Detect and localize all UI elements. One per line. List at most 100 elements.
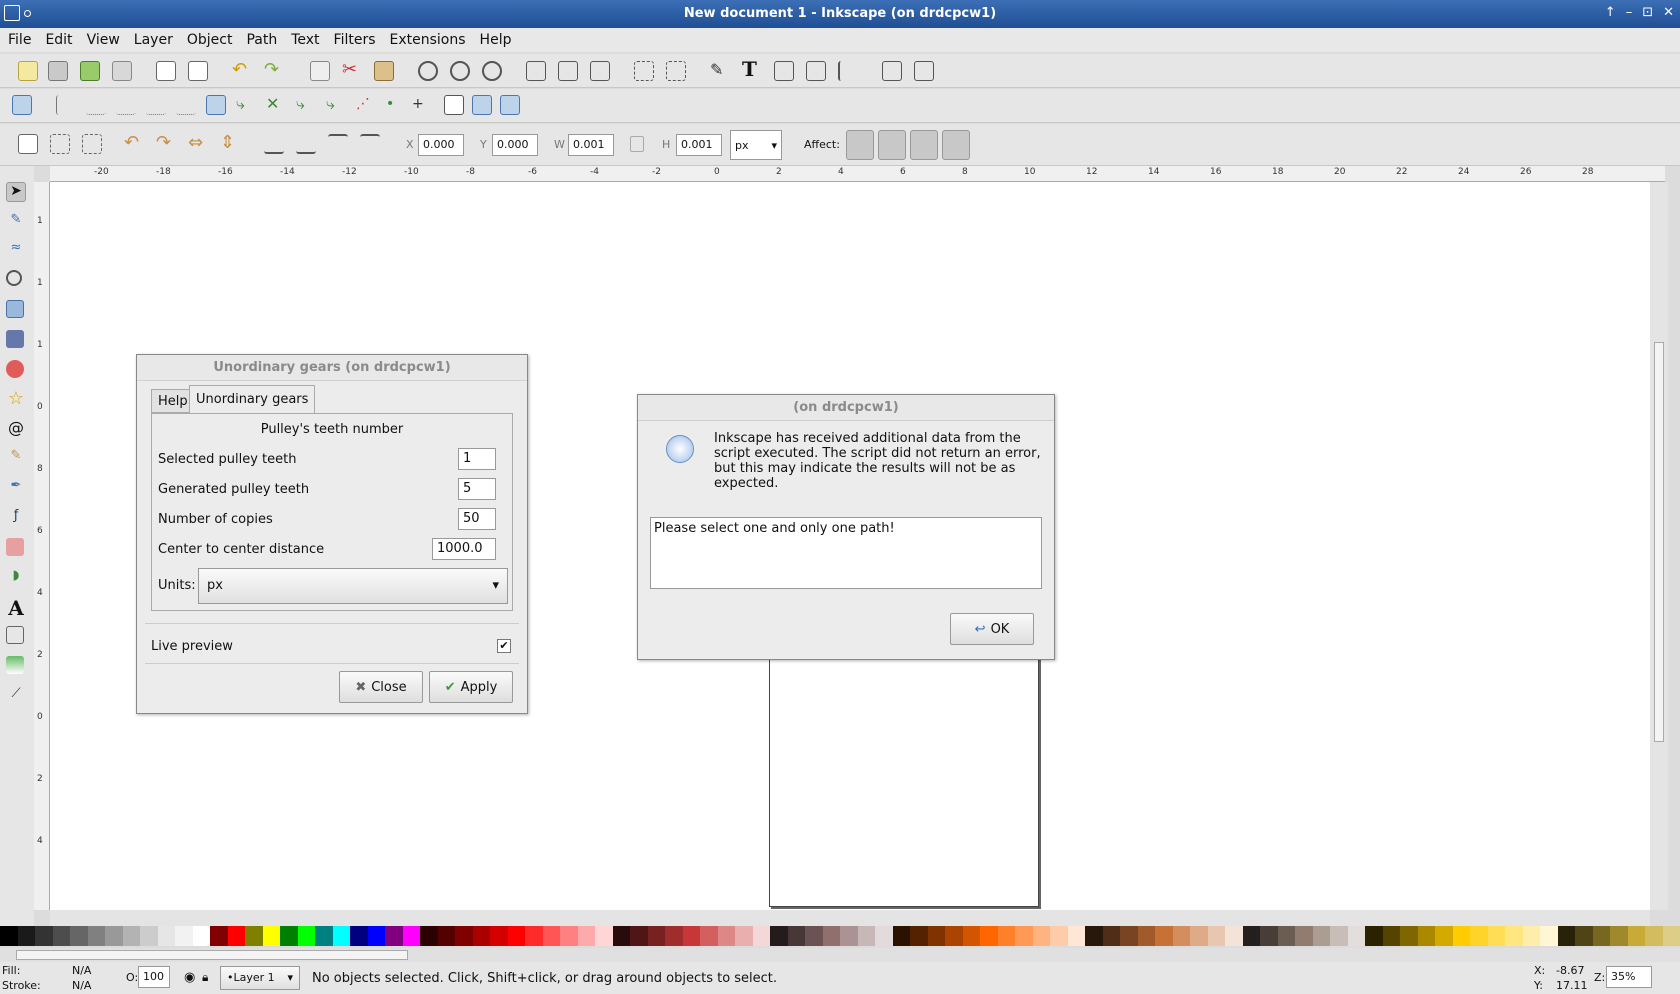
eraser-tool-icon[interactable] <box>6 538 24 556</box>
color-swatch[interactable] <box>1050 926 1068 946</box>
snap-grids-icon[interactable] <box>472 95 492 115</box>
selector-tool-icon[interactable]: ➤ <box>6 182 26 202</box>
color-swatch[interactable] <box>1470 926 1488 946</box>
menu-path[interactable]: Path <box>246 32 277 48</box>
gradient-tool-icon[interactable] <box>6 656 24 674</box>
duplicate-icon[interactable] <box>526 61 546 81</box>
layers-icon[interactable] <box>774 61 794 81</box>
color-swatch[interactable] <box>1347 926 1365 946</box>
color-swatch[interactable] <box>612 926 630 946</box>
calligraphy-tool-icon[interactable]: ƒ <box>6 508 26 528</box>
color-swatch[interactable] <box>682 926 700 946</box>
color-swatch[interactable] <box>367 926 385 946</box>
generated-teeth-input[interactable]: 5 <box>458 478 496 500</box>
color-swatch[interactable] <box>945 926 963 946</box>
flip-vertical-icon[interactable]: ⇕ <box>220 134 240 154</box>
color-swatch[interactable] <box>822 926 840 946</box>
color-swatch[interactable] <box>997 926 1015 946</box>
color-swatch[interactable] <box>1085 926 1103 946</box>
color-swatch[interactable] <box>1505 926 1523 946</box>
color-swatch[interactable] <box>927 926 945 946</box>
color-swatch[interactable] <box>0 926 18 946</box>
keep-above-button[interactable]: ↑ <box>1605 5 1616 20</box>
preferences-icon[interactable] <box>914 61 934 81</box>
open-icon[interactable] <box>48 61 68 81</box>
color-swatch[interactable] <box>840 926 858 946</box>
lower-icon[interactable] <box>296 134 316 154</box>
color-swatch[interactable] <box>1312 926 1330 946</box>
affect-gradients-icon[interactable] <box>910 130 938 160</box>
vertical-scrollbar[interactable] <box>1650 182 1668 910</box>
new-document-icon[interactable] <box>18 61 38 81</box>
menu-text[interactable]: Text <box>291 32 319 48</box>
color-swatch[interactable] <box>910 926 928 946</box>
color-swatch[interactable] <box>402 926 420 946</box>
color-swatch[interactable] <box>787 926 805 946</box>
color-swatch[interactable] <box>17 926 35 946</box>
color-swatch[interactable] <box>700 926 718 946</box>
color-swatch[interactable] <box>630 926 648 946</box>
zoom-tool-icon[interactable] <box>6 270 22 286</box>
color-swatch[interactable] <box>210 926 228 946</box>
layer-select[interactable]: •Layer 1 ▾ <box>220 966 300 990</box>
pencil-tool-icon[interactable]: ✎ <box>6 448 26 468</box>
print-icon[interactable] <box>112 61 132 81</box>
snap-smooth-icon[interactable]: ⤷ <box>326 95 346 115</box>
ok-button[interactable]: ↩ OK <box>950 613 1034 645</box>
fill-stroke-icon[interactable]: ✎ <box>710 61 730 81</box>
maximize-button[interactable]: ⊡ <box>1642 5 1653 20</box>
paste-icon[interactable] <box>374 61 394 81</box>
color-swatch[interactable] <box>280 926 298 946</box>
bucket-tool-icon[interactable]: ◗ <box>6 568 26 588</box>
color-swatch[interactable] <box>1155 926 1173 946</box>
color-swatch[interactable] <box>227 926 245 946</box>
snap-guides-icon[interactable] <box>500 95 520 115</box>
color-swatch[interactable] <box>1120 926 1138 946</box>
menu-view[interactable]: View <box>87 32 120 48</box>
affect-stroke-icon[interactable] <box>846 130 874 160</box>
clone-icon[interactable] <box>558 61 578 81</box>
flip-horizontal-icon[interactable]: ⇔ <box>188 134 208 154</box>
color-swatch[interactable] <box>770 926 788 946</box>
menu-edit[interactable]: Edit <box>45 32 72 48</box>
color-swatch[interactable] <box>332 926 350 946</box>
menu-object[interactable]: Object <box>187 32 233 48</box>
menu-file[interactable]: File <box>8 32 31 48</box>
script-output[interactable]: Please select one and only one path! <box>650 517 1042 589</box>
color-swatch[interactable] <box>1452 926 1470 946</box>
color-swatch[interactable] <box>962 926 980 946</box>
apply-button[interactable]: ✔ Apply <box>429 671 513 703</box>
affect-patterns-icon[interactable] <box>942 130 970 160</box>
menu-help[interactable]: Help <box>480 32 512 48</box>
color-swatch[interactable] <box>157 926 175 946</box>
color-swatch[interactable] <box>262 926 280 946</box>
unlink-clone-icon[interactable] <box>590 61 610 81</box>
color-swatch[interactable] <box>1137 926 1155 946</box>
group-icon[interactable] <box>634 61 654 81</box>
color-swatch[interactable] <box>525 926 543 946</box>
tweak-tool-icon[interactable]: ≈ <box>6 240 26 260</box>
color-swatch[interactable] <box>1400 926 1418 946</box>
color-swatch[interactable] <box>595 926 613 946</box>
cut-icon[interactable]: ✂ <box>342 61 362 81</box>
color-swatch[interactable] <box>1015 926 1033 946</box>
rectangle-tool-icon[interactable] <box>6 300 24 318</box>
menu-extensions[interactable]: Extensions <box>390 32 466 48</box>
zoom-selection-icon[interactable] <box>418 61 438 81</box>
redo-icon[interactable]: ↷ <box>264 61 284 81</box>
color-swatch[interactable] <box>1225 926 1243 946</box>
w-input[interactable]: 0.001 <box>568 134 614 156</box>
color-swatch[interactable] <box>192 926 210 946</box>
select-all-layers-icon[interactable] <box>50 134 70 154</box>
lock-ratio-icon[interactable] <box>630 136 644 152</box>
color-swatch[interactable] <box>577 926 595 946</box>
color-swatch[interactable] <box>52 926 70 946</box>
color-swatch[interactable] <box>1610 926 1628 946</box>
color-swatch[interactable] <box>1365 926 1383 946</box>
color-swatch[interactable] <box>350 926 368 946</box>
align-distribute-icon[interactable] <box>838 61 858 81</box>
color-swatch[interactable] <box>805 926 823 946</box>
color-swatch[interactable] <box>420 926 438 946</box>
snap-page-border-icon[interactable] <box>444 95 464 115</box>
color-swatch[interactable] <box>455 926 473 946</box>
